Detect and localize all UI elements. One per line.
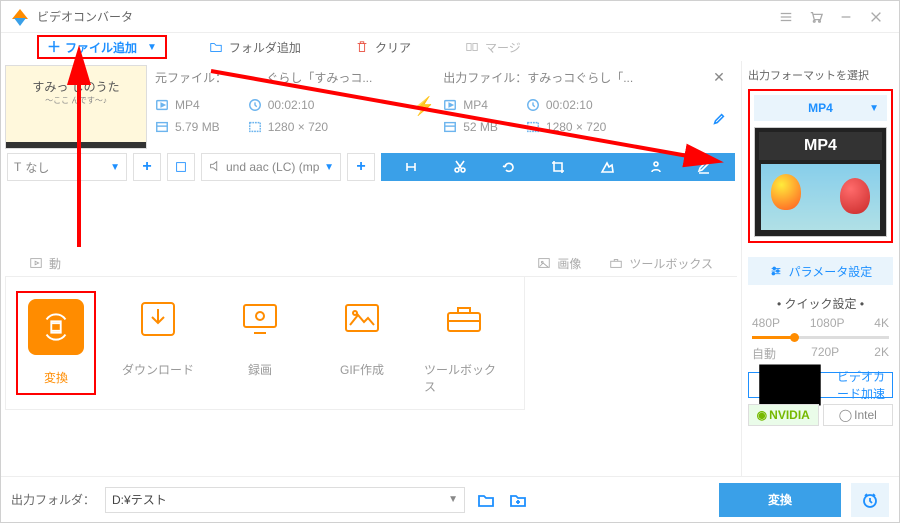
- convert-button[interactable]: 変換: [719, 483, 841, 517]
- src-resolution: 1280 × 720: [268, 120, 328, 134]
- out-format: MP4: [463, 98, 488, 112]
- quick-settings-heading: • クイック設定 •: [748, 295, 893, 312]
- app-logo: [11, 8, 29, 26]
- chevron-down-icon: ▼: [147, 42, 157, 53]
- video-thumbnail[interactable]: すみっ しのうた ～ここ んです～♪: [5, 65, 147, 149]
- convert-icon: [28, 299, 84, 355]
- quality-slider[interactable]: [752, 336, 889, 339]
- gpu-accel-button[interactable]: ビデオカード加速: [748, 372, 893, 398]
- gpu-label: ビデオカード加速: [837, 368, 892, 402]
- bolt-icon: ⚡: [413, 65, 435, 147]
- tab-image[interactable]: 画像: [523, 250, 595, 276]
- add-file-button[interactable]: ＋ ファイル追加 ▼: [37, 35, 167, 59]
- tile-record[interactable]: 録画: [220, 291, 300, 395]
- watermark-icon[interactable]: [648, 159, 664, 175]
- effect-icon[interactable]: [599, 159, 615, 175]
- slider-handle[interactable]: [790, 333, 799, 342]
- format-preview-image: MP4: [754, 127, 887, 237]
- tile-toolbox-label: ツールボックス: [424, 361, 504, 395]
- q-4k: 4K: [874, 316, 889, 330]
- tab-image-label: 画像: [557, 255, 581, 272]
- output-format-dropdown[interactable]: MP4 ▼: [754, 95, 887, 121]
- output-folder-label: 出力フォルダ：: [11, 491, 95, 508]
- nvidia-badge: ◉NVIDIA: [748, 404, 819, 426]
- tab-video-label: 動: [49, 255, 61, 272]
- close-icon[interactable]: [863, 4, 889, 30]
- add-subtitle-button[interactable]: +: [133, 153, 161, 181]
- chevron-down-icon: ▼: [448, 494, 458, 505]
- remove-file-icon[interactable]: ✕: [713, 69, 725, 86]
- tile-record-label: 録画: [248, 361, 272, 378]
- src-size: 5.79 MB: [175, 120, 220, 134]
- out-size: 52 MB: [463, 120, 498, 134]
- out-duration: 00:02:10: [546, 98, 593, 112]
- crop-icon[interactable]: [550, 159, 566, 175]
- add-audio-button[interactable]: +: [347, 153, 375, 181]
- output-path-dropdown[interactable]: D:¥テスト ▼: [105, 487, 465, 513]
- q-480p: 480P: [752, 316, 780, 330]
- minimize-icon[interactable]: [833, 4, 859, 30]
- toolbox-icon: [436, 291, 492, 347]
- edit-toolbar: [381, 153, 735, 181]
- rotate-icon[interactable]: [501, 159, 517, 175]
- output-format-value: MP4: [808, 101, 833, 115]
- trim-icon[interactable]: [403, 159, 419, 175]
- schedule-button[interactable]: [851, 483, 889, 517]
- cut-icon[interactable]: [452, 159, 468, 175]
- parameter-settings-button[interactable]: パラメータ設定: [748, 257, 893, 285]
- subtitle-settings-button[interactable]: [167, 153, 195, 181]
- clear-label: クリア: [375, 39, 411, 56]
- tile-download[interactable]: ダウンロード: [118, 291, 198, 395]
- tab-toolbox-label: ツールボックス: [629, 255, 713, 272]
- tile-gif[interactable]: GIF作成: [322, 291, 402, 395]
- merge-button[interactable]: マージ: [453, 35, 533, 59]
- subtitle-value: なし: [25, 159, 49, 176]
- add-file-label: ファイル追加: [65, 39, 137, 56]
- edit-file-icon[interactable]: [712, 112, 726, 129]
- tile-gif-label: GIF作成: [340, 361, 384, 378]
- browse-folder-icon[interactable]: [507, 489, 529, 511]
- src-duration: 00:02:10: [268, 98, 315, 112]
- cart-icon[interactable]: [803, 4, 829, 30]
- format-badge: MP4: [759, 132, 882, 160]
- tile-download-label: ダウンロード: [122, 361, 194, 378]
- merge-label: マージ: [485, 39, 521, 56]
- chevron-down-icon: ▼: [869, 103, 879, 114]
- source-file-title: 元ファイル： ぐらし「すみっコ...: [155, 69, 405, 86]
- convert-label: 変換: [768, 491, 792, 508]
- add-folder-button[interactable]: フォルダ追加: [197, 35, 313, 59]
- output-path-value: D:¥テスト: [112, 491, 167, 508]
- param-label: パラメータ設定: [789, 263, 873, 280]
- output-file-title: 出力ファイル：すみっコぐらし「...: [443, 69, 693, 86]
- intel-badge: ◯Intel: [823, 404, 894, 426]
- subtitle-edit-icon[interactable]: [696, 159, 712, 175]
- out-resolution: 1280 × 720: [546, 120, 606, 134]
- download-icon: [130, 291, 186, 347]
- src-format: MP4: [175, 98, 200, 112]
- tile-convert[interactable]: 変換: [16, 291, 96, 395]
- file-row: すみっ しのうた ～ここ んです～♪ 元ファイル： ぐらし「すみっコ... MP…: [5, 61, 737, 151]
- tab-video[interactable]: 動: [15, 250, 75, 276]
- menu-icon[interactable]: [773, 4, 799, 30]
- add-folder-label: フォルダ追加: [229, 39, 301, 56]
- tile-toolbox[interactable]: ツールボックス: [424, 291, 504, 395]
- clear-button[interactable]: クリア: [343, 35, 423, 59]
- q-1080p: 1080P: [810, 316, 845, 330]
- app-title: ビデオコンバータ: [37, 8, 133, 25]
- open-folder-icon[interactable]: [475, 489, 497, 511]
- subtitle-dropdown[interactable]: Tなし▼: [7, 153, 127, 181]
- record-icon: [232, 291, 288, 347]
- audio-dropdown[interactable]: und aac (LC) (mp▼: [201, 153, 341, 181]
- thumb-text-2: ～ここ んです～♪: [6, 95, 146, 106]
- thumb-text-1: すみっ しのうた: [6, 78, 146, 95]
- tab-toolbox[interactable]: ツールボックス: [595, 250, 727, 276]
- output-format-heading: 出力フォーマットを選択: [748, 67, 893, 83]
- q-2k: 2K: [874, 345, 889, 362]
- tile-convert-label: 変換: [44, 369, 68, 386]
- plus-icon: ＋: [47, 37, 61, 57]
- audio-value: und aac (LC) (mp: [226, 160, 319, 174]
- gif-icon: [334, 291, 390, 347]
